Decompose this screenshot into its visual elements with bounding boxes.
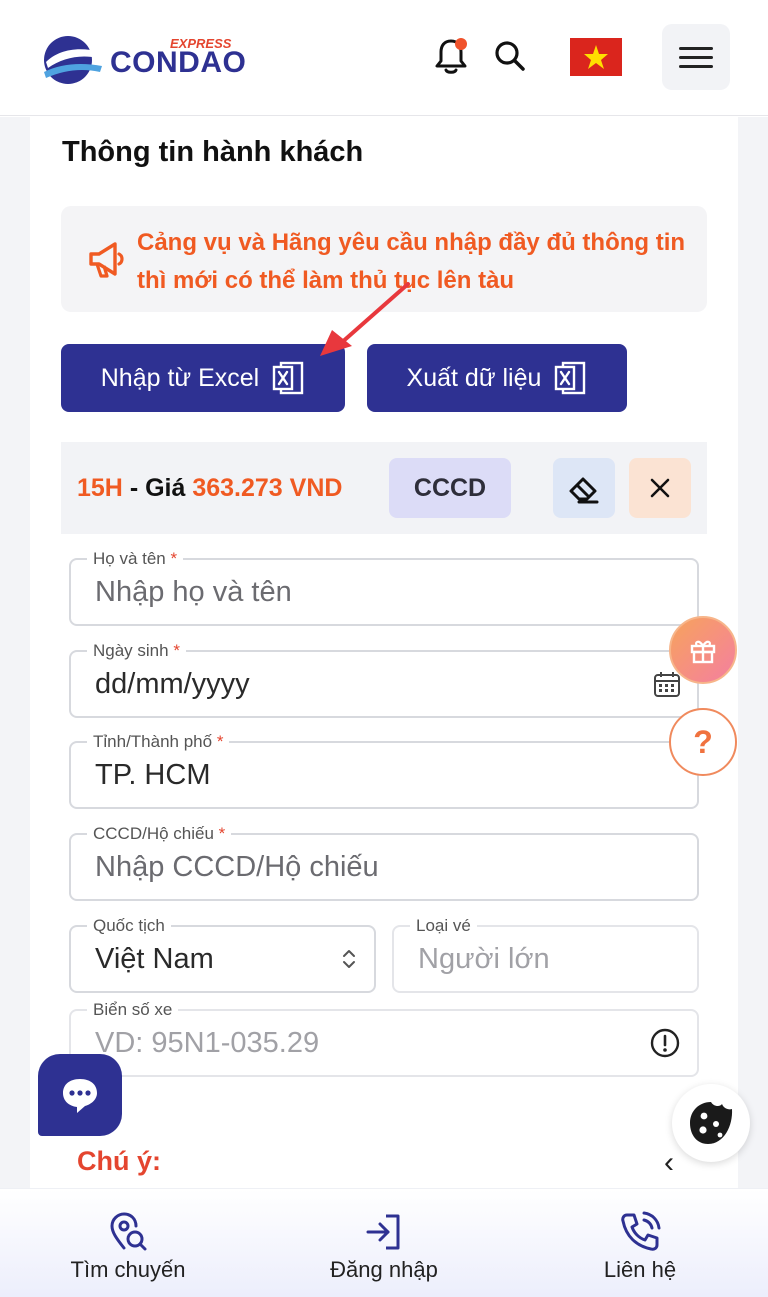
bottom-navigation: Tìm chuyến Đăng nhập Liên hệ <box>0 1188 768 1297</box>
section-title: Thông tin hành khách <box>62 136 364 168</box>
date-of-birth-field[interactable]: Ngày sinh * dd/mm/yyyy <box>69 641 699 718</box>
phone-call-icon <box>621 1211 661 1251</box>
calendar-icon <box>654 672 680 697</box>
plate-info-button[interactable] <box>649 1011 681 1075</box>
nav-contact-label: Liên hệ <box>603 1257 677 1282</box>
logo-title: CONDAO <box>110 46 247 79</box>
info-circle-icon <box>650 1028 680 1058</box>
gift-icon <box>690 640 716 664</box>
location-search-icon <box>110 1212 147 1251</box>
excel-file-icon <box>555 361 586 395</box>
seat-number: 15H <box>77 474 123 502</box>
vietnam-flag-icon <box>584 45 608 69</box>
nav-login[interactable]: Đăng nhập <box>310 1189 458 1297</box>
login-icon <box>366 1214 400 1250</box>
help-button[interactable]: ? <box>669 708 737 776</box>
search-button[interactable] <box>490 36 530 76</box>
ticket-price: 363.273 VND <box>192 474 343 502</box>
notification-dot <box>455 38 467 50</box>
city-input[interactable]: TP. HCM <box>95 743 210 807</box>
ticket-type-value: Người lớn <box>418 942 550 975</box>
import-excel-label: Nhập từ Excel <box>100 363 260 392</box>
nationality-select[interactable]: Quốc tịch Việt Nam <box>69 916 376 993</box>
full-name-field[interactable]: Họ và tên * Nhập họ và tên <box>69 549 699 626</box>
passenger-seat-price: 15H - Giá 363.273 VND <box>77 474 342 503</box>
hamburger-menu-icon <box>679 64 713 68</box>
eraser-icon <box>569 477 599 504</box>
select-arrows <box>340 927 358 991</box>
chat-button[interactable] <box>38 1054 122 1136</box>
license-plate-input[interactable]: VD: 95N1-035.29 <box>95 1011 319 1075</box>
search-icon <box>495 41 525 71</box>
city-field[interactable]: Tỉnh/Thành phố * TP. HCM <box>69 732 699 809</box>
hamburger-menu-button[interactable] <box>662 24 730 90</box>
id-number-field[interactable]: CCCD/Hộ chiếu * Nhập CCCD/Hộ chiếu <box>69 824 699 901</box>
language-flag-button[interactable] <box>570 38 622 76</box>
chevron-up-down-icon <box>343 950 355 968</box>
chat-bubble-icon <box>63 1079 97 1113</box>
excel-file-icon <box>273 361 304 395</box>
nav-find-trip-label: Tìm chuyến <box>70 1257 186 1282</box>
passenger-header-bar: 15H - Giá 363.273 VND CCCD <box>61 442 707 534</box>
nav-find-trip[interactable]: Tìm chuyến <box>52 1189 204 1297</box>
import-excel-button[interactable]: Nhập từ Excel <box>61 344 345 412</box>
annotation-arrow-icon <box>320 282 410 356</box>
hamburger-menu-icon <box>679 55 713 59</box>
id-number-input[interactable]: Nhập CCCD/Hộ chiếu <box>95 835 379 899</box>
ticket-type-field: Loại vé Người lớn <box>392 916 699 993</box>
cookie-icon <box>690 1102 733 1144</box>
clear-passenger-button[interactable] <box>553 458 615 518</box>
notification-button[interactable] <box>431 36 471 76</box>
nav-contact[interactable]: Liên hệ <box>580 1189 700 1297</box>
close-icon <box>650 478 670 498</box>
note-toggle-chevron[interactable]: ‹ <box>664 1146 674 1180</box>
license-plate-field[interactable]: Biển số xe VD: 95N1-035.29 <box>69 1000 699 1077</box>
export-data-label: Xuất dữ liệu <box>406 363 542 392</box>
cookie-settings-button[interactable] <box>672 1084 750 1162</box>
price-prefix: - Giá <box>122 474 193 502</box>
id-type-button[interactable]: CCCD <box>389 458 511 518</box>
remove-passenger-button[interactable] <box>629 458 691 518</box>
logo-mark-icon <box>44 36 102 84</box>
hamburger-menu-icon <box>679 46 713 50</box>
app-header: EXPRESS CONDAO <box>0 0 768 116</box>
megaphone-icon <box>89 242 124 278</box>
note-heading: Chú ý: <box>77 1146 161 1176</box>
date-of-birth-input[interactable]: dd/mm/yyyy <box>95 652 250 716</box>
nationality-value[interactable]: Việt Nam <box>95 927 214 991</box>
condao-logo[interactable]: EXPRESS CONDAO <box>38 32 246 88</box>
full-name-input[interactable]: Nhập họ và tên <box>95 560 292 624</box>
nav-login-label: Đăng nhập <box>330 1257 438 1282</box>
gift-button[interactable] <box>669 616 737 684</box>
